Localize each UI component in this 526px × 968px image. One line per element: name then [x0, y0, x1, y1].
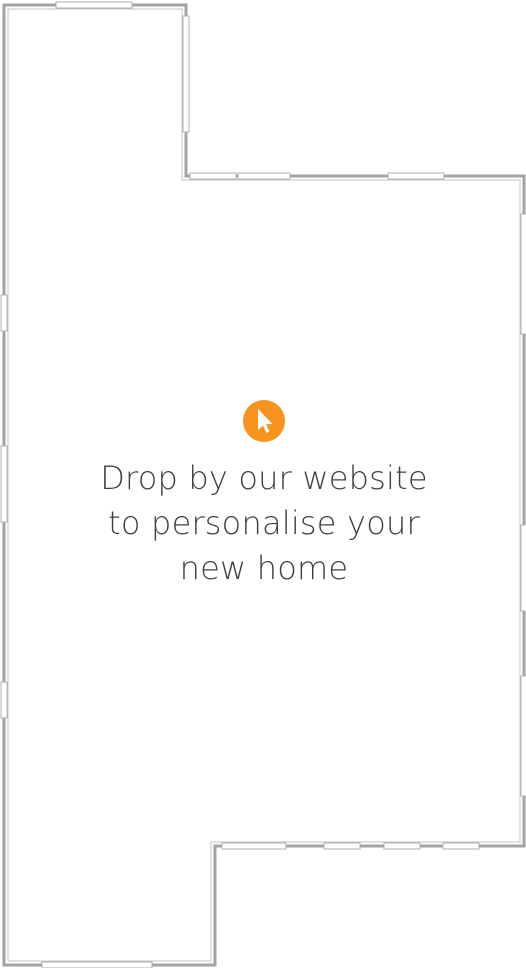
pointer-cursor-icon — [243, 400, 285, 442]
window-bottom-step-2 — [323, 842, 361, 850]
prompt-line-1: Drop by our website — [100, 459, 428, 497]
window-left-wall-3 — [0, 681, 8, 719]
window-bottom-left — [41, 961, 153, 968]
window-bottom-step-1 — [221, 842, 287, 850]
prompt-line-3: new home — [179, 549, 349, 587]
window-step-1 — [189, 172, 237, 180]
prompt-line-2: to personalise your — [108, 504, 420, 542]
personalise-prompt: Drop by our website to personalise your … — [64, 400, 464, 591]
window-right-wall-3 — [520, 675, 526, 797]
window-step-2 — [237, 172, 291, 180]
window-left-wall-2 — [0, 445, 8, 523]
window-left-wall-1 — [0, 294, 8, 332]
window-bottom-step-4 — [442, 842, 480, 850]
floorplan-canvas: Drop by our website to personalise your … — [0, 0, 526, 968]
window-right-wall-2 — [520, 524, 526, 612]
window-upper-inner-wall — [182, 15, 190, 133]
window-top-left — [55, 1, 133, 9]
window-step-3 — [387, 172, 445, 180]
window-right-wall-1 — [520, 213, 526, 335]
window-bottom-step-3 — [383, 842, 421, 850]
